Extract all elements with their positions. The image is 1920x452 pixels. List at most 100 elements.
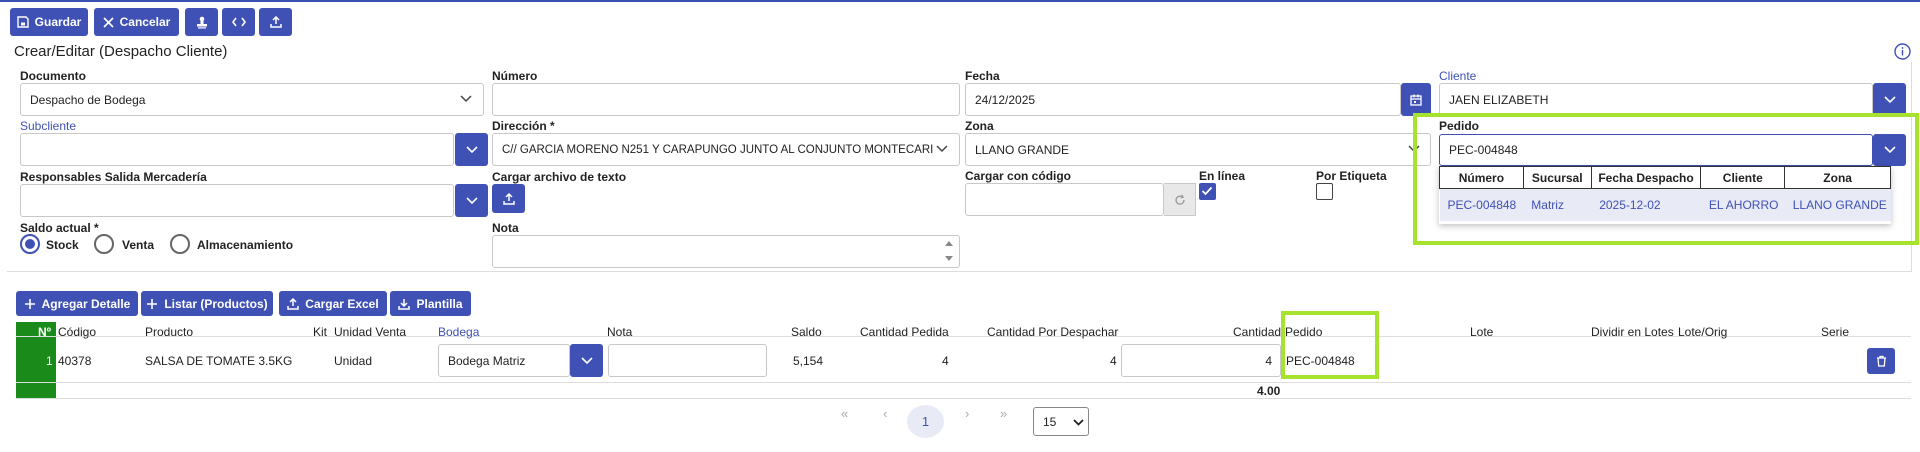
cliente-input[interactable]: JAEN ELIZABETH bbox=[1439, 83, 1873, 116]
check-icon bbox=[1201, 186, 1213, 196]
col-no: Nº bbox=[38, 325, 52, 339]
direccion-value: C// GARCIA MORENO N251 Y CARAPUNGO JUNTO… bbox=[502, 143, 934, 156]
cargar-excel-button[interactable]: Cargar Excel bbox=[279, 291, 387, 316]
cliente-dropdown-button[interactable] bbox=[1873, 83, 1906, 116]
print-button[interactable] bbox=[185, 8, 218, 36]
direccion-label-text: Dirección bbox=[492, 119, 547, 133]
numero-label: Número bbox=[492, 69, 538, 83]
next-page-button[interactable]: › bbox=[965, 406, 969, 421]
cliente-value: JAEN ELIZABETH bbox=[1449, 92, 1549, 107]
cell-unidad: Unidad bbox=[334, 354, 373, 368]
radio-stock[interactable] bbox=[20, 234, 40, 254]
cancel-button[interactable]: Cancelar bbox=[94, 8, 179, 36]
page-1-button[interactable]: 1 bbox=[907, 405, 944, 438]
total-cantidad: 4.00 bbox=[1257, 384, 1281, 398]
radio-venta[interactable] bbox=[94, 234, 114, 254]
col-cant-pedida: Cantidad Pedida bbox=[860, 325, 949, 339]
subcliente-dropdown-button[interactable] bbox=[455, 133, 488, 166]
col-codigo: Código bbox=[58, 325, 97, 339]
cell-bodega-value: Bodega Matriz bbox=[448, 353, 526, 368]
numero-input[interactable] bbox=[492, 83, 960, 116]
cell-bodega-select[interactable]: Bodega Matriz bbox=[438, 344, 570, 377]
agregar-detalle-button[interactable]: Agregar Detalle bbox=[16, 291, 138, 316]
required-mark: * bbox=[550, 119, 555, 133]
plantilla-button[interactable]: Plantilla bbox=[390, 291, 471, 316]
cargar-codigo-label: Cargar con código bbox=[965, 169, 1072, 183]
col-lote: Lote bbox=[1470, 325, 1494, 339]
por-etiqueta-label: Por Etiqueta bbox=[1316, 169, 1387, 183]
radio-venta-label: Venta bbox=[122, 238, 155, 252]
documento-select[interactable]: Despacho de Bodega bbox=[20, 83, 484, 116]
nota-textarea[interactable] bbox=[492, 235, 960, 268]
cell-codigo: 40378 bbox=[58, 354, 92, 368]
textarea-spin-icon bbox=[945, 241, 953, 261]
row-divider bbox=[16, 382, 1911, 383]
nota-label: Nota bbox=[492, 221, 519, 235]
code-icon bbox=[231, 17, 246, 27]
prev-page-button[interactable]: ‹ bbox=[883, 406, 887, 421]
plus-icon bbox=[147, 298, 158, 309]
page-title: Crear/Editar (Despacho Cliente) bbox=[14, 43, 228, 60]
direccion-select[interactable]: C// GARCIA MORENO N251 Y CARAPUNGO JUNTO… bbox=[492, 133, 960, 166]
subcliente-label: Subcliente bbox=[20, 119, 77, 133]
plantilla-label: Plantilla bbox=[416, 296, 463, 311]
col-saldo: Saldo bbox=[791, 325, 822, 339]
close-icon bbox=[103, 16, 114, 28]
plus-icon bbox=[24, 298, 35, 309]
chevron-down-icon bbox=[465, 145, 478, 153]
cargar-excel-label: Cargar Excel bbox=[305, 296, 379, 311]
cell-cantidad-input[interactable]: 4 bbox=[1121, 344, 1281, 377]
subcliente-input[interactable] bbox=[20, 133, 454, 166]
stamp-icon bbox=[196, 16, 207, 28]
save-button[interactable]: Guardar bbox=[10, 8, 88, 36]
listar-productos-button[interactable]: Listar (Productos) bbox=[141, 291, 273, 316]
responsables-dropdown-button[interactable] bbox=[455, 184, 488, 217]
calendar-button[interactable] bbox=[1401, 83, 1431, 116]
responsables-input[interactable] bbox=[20, 184, 454, 217]
cargar-codigo-input[interactable] bbox=[965, 183, 1164, 216]
cell-cant-pedida: 4 bbox=[942, 354, 949, 368]
saldo-actual-label-text: Saldo actual bbox=[20, 221, 91, 235]
col-dividir-lotes: Dividir en Lotes bbox=[1591, 325, 1674, 339]
refresh-button[interactable] bbox=[1164, 183, 1196, 216]
last-page-button[interactable]: » bbox=[1000, 406, 1007, 421]
fecha-value: 24/12/2025 bbox=[975, 92, 1036, 107]
calendar-icon bbox=[1410, 94, 1422, 106]
fecha-input[interactable]: 24/12/2025 bbox=[965, 83, 1401, 116]
highlight-box-row-pedido bbox=[1281, 311, 1379, 379]
zona-value: LLANO GRANDE bbox=[975, 142, 1070, 157]
col-cantidad: Cantidad bbox=[1233, 325, 1282, 339]
cell-no: 1 bbox=[46, 354, 53, 368]
radio-almacenamiento[interactable] bbox=[170, 234, 190, 254]
save-icon bbox=[16, 16, 29, 28]
cliente-label: Cliente bbox=[1439, 69, 1477, 83]
cell-producto: SALSA DE TOMATE 3.5KG bbox=[145, 354, 293, 368]
export-button[interactable] bbox=[259, 8, 292, 36]
radio-almacenamiento-label: Almacenamiento bbox=[197, 238, 294, 252]
top-accent-bar bbox=[0, 0, 1920, 2]
info-icon[interactable] bbox=[1894, 43, 1911, 60]
upload-icon bbox=[269, 16, 282, 28]
delete-row-button[interactable] bbox=[1867, 348, 1895, 374]
chevron-down-icon bbox=[465, 196, 478, 204]
zona-label: Zona bbox=[965, 119, 994, 133]
highlight-box-pedido bbox=[1413, 113, 1919, 245]
cargar-archivo-button[interactable] bbox=[492, 184, 525, 213]
chevron-down-icon bbox=[936, 145, 948, 153]
documento-value: Despacho de Bodega bbox=[30, 92, 146, 107]
code-button[interactable] bbox=[222, 8, 255, 36]
first-page-button[interactable]: « bbox=[841, 406, 848, 421]
col-unidad: Unidad Venta bbox=[334, 325, 407, 339]
upload-icon bbox=[502, 192, 515, 205]
zona-select[interactable]: LLANO GRANDE bbox=[965, 133, 1431, 166]
listar-productos-label: Listar (Productos) bbox=[164, 296, 268, 311]
col-nota: Nota bbox=[607, 325, 633, 339]
cell-nota-input[interactable] bbox=[608, 344, 767, 377]
col-producto: Producto bbox=[145, 325, 194, 339]
col-cant-por-despachar: Cantidad Por Despachar bbox=[987, 325, 1119, 339]
bodega-dropdown-button[interactable] bbox=[570, 344, 603, 377]
en-linea-checkbox[interactable] bbox=[1199, 183, 1216, 200]
por-etiqueta-checkbox[interactable] bbox=[1316, 183, 1333, 200]
cell-cant-por-despachar: 4 bbox=[1110, 354, 1117, 368]
col-lote-orig: Lote/Orig bbox=[1678, 325, 1728, 339]
